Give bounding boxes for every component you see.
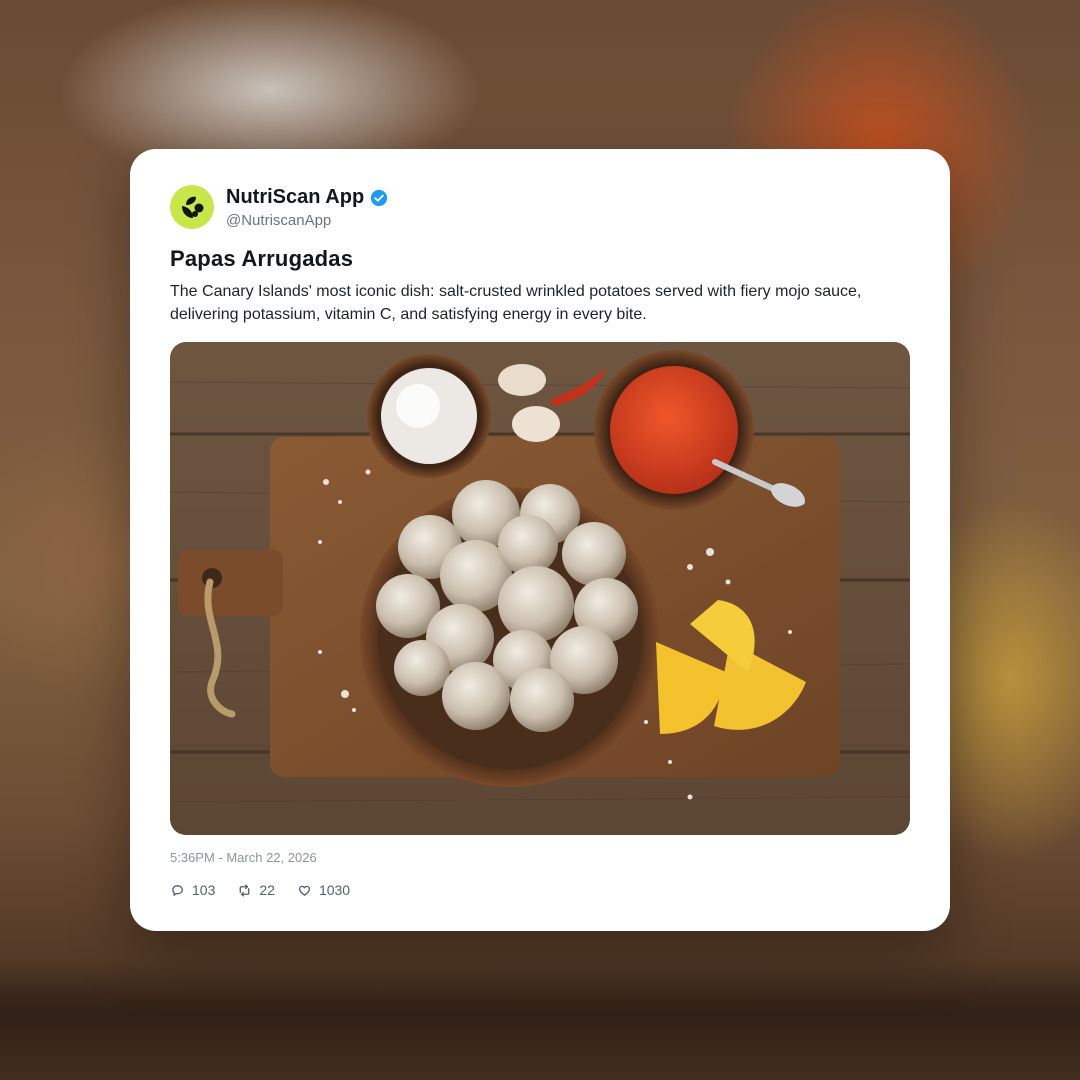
user-handle[interactable]: @NutriscanApp: [226, 212, 388, 229]
post-image[interactable]: [170, 342, 910, 835]
repost-count: 22: [259, 882, 275, 898]
reply-button[interactable]: 103: [170, 882, 215, 898]
like-count: 1030: [318, 882, 351, 898]
verified-badge-icon: [371, 189, 388, 206]
post-card: NutriScan App @NutriscanApp Papas Arruga…: [130, 149, 950, 931]
repost-button[interactable]: 22: [237, 882, 275, 898]
post-timestamp[interactable]: 5:36PM - March 22, 2026: [170, 850, 317, 865]
post-header: NutriScan App @NutriscanApp: [170, 185, 388, 229]
post-body: The Canary Islands' most iconic dish: sa…: [170, 283, 862, 323]
avatar[interactable]: [170, 185, 214, 229]
repost-icon: [239, 884, 250, 896]
engagement-bar: 103 22 1030: [170, 880, 350, 900]
reply-icon: [172, 884, 183, 896]
leaf-badge-icon: [182, 196, 204, 218]
like-button[interactable]: 1030: [297, 882, 350, 898]
heart-icon: [298, 885, 310, 896]
reply-count: 103: [192, 882, 216, 898]
display-name[interactable]: NutriScan App: [226, 186, 364, 209]
post-title: Papas Arrugadas: [170, 246, 354, 271]
food-photo: [170, 342, 910, 835]
